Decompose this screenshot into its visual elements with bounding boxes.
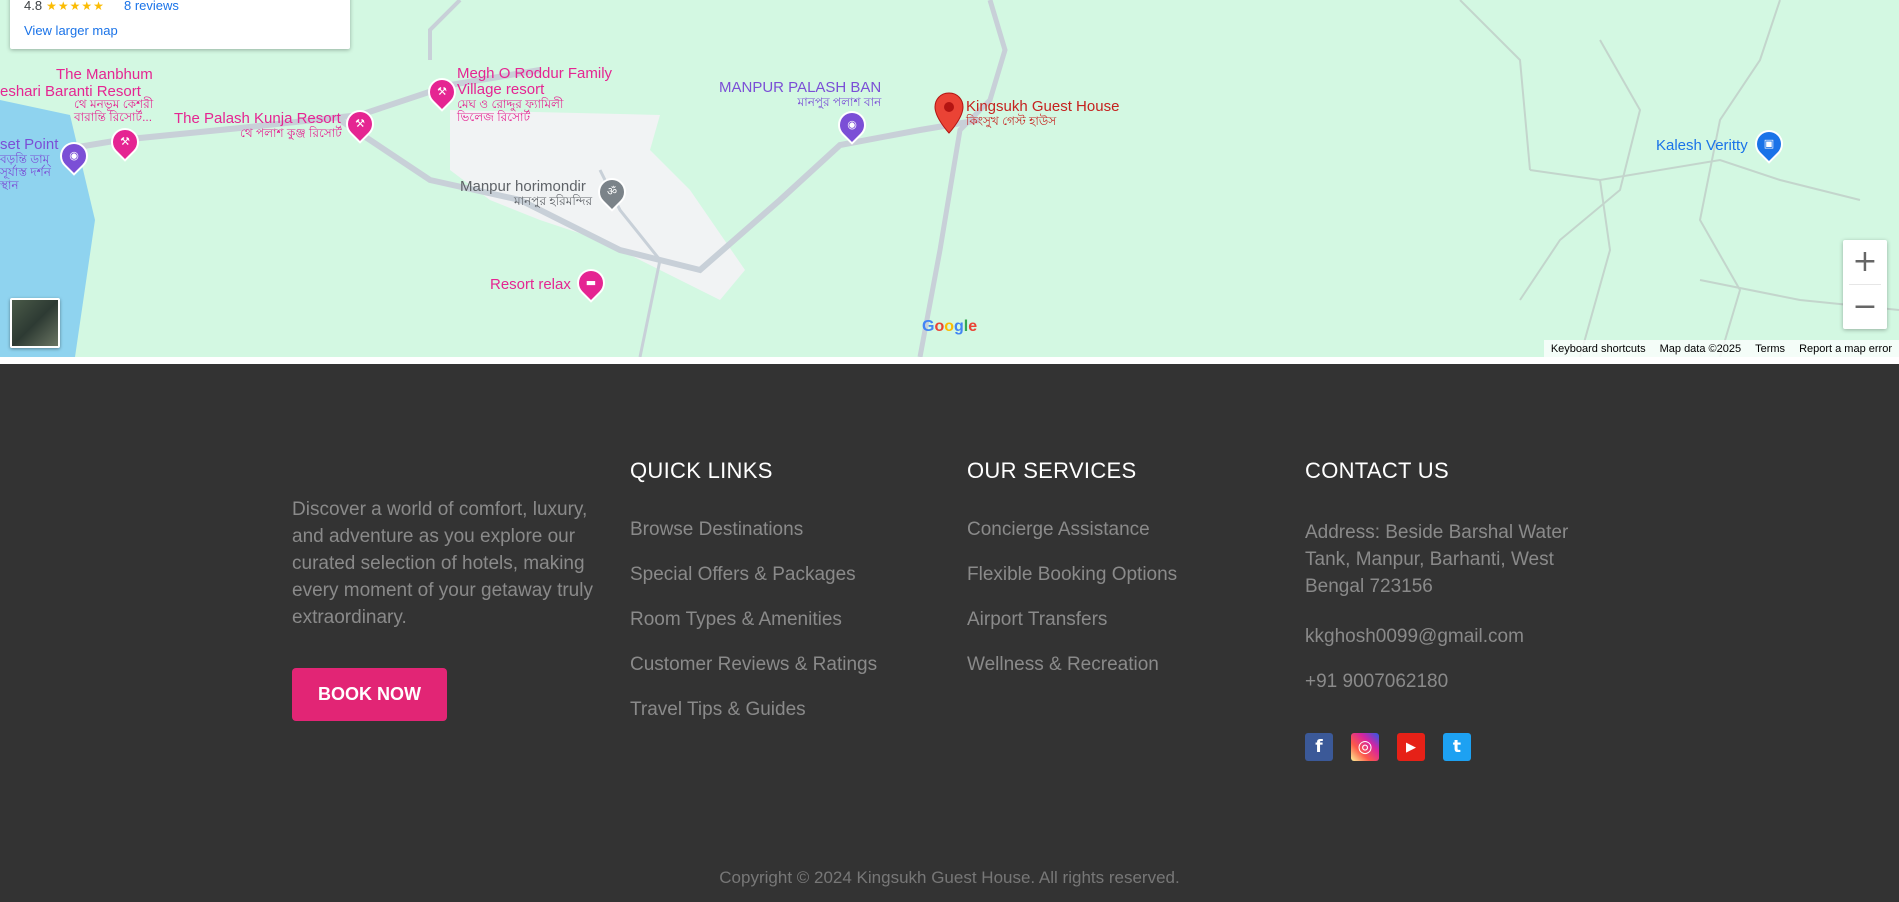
link-browse-destinations[interactable]: Browse Destinations — [630, 519, 803, 541]
link-travel-tips[interactable]: Travel Tips & Guides — [630, 699, 806, 721]
link-airport-transfers[interactable]: Airport Transfers — [967, 609, 1107, 631]
contact-phone[interactable]: +91 9007062180 — [1305, 668, 1448, 695]
zoom-out-button[interactable]: − — [1843, 285, 1887, 329]
keyboard-shortcuts-link[interactable]: Keyboard shortcuts — [1544, 343, 1653, 355]
poi-sunset-point[interactable]: set Point বড়ন্তি ডাম্ সূর্যাস্ত দর্শন স্… — [0, 137, 60, 192]
poi-manpur-palash-ban[interactable]: MANPUR PALASH BAN মানপুর পলাশ বান — [719, 80, 881, 109]
link-special-offers[interactable]: Special Offers & Packages — [630, 564, 856, 586]
google-logo: Google — [922, 318, 978, 335]
divider-strip — [0, 357, 1899, 364]
our-services-heading: OUR SERVICES — [967, 458, 1137, 483]
poi-palash-kunja[interactable]: The Palash Kunja Resort থে পলাশ কুঞ্জ রিস… — [174, 111, 342, 140]
map-marker-icon[interactable] — [934, 92, 964, 134]
map-attribution: Keyboard shortcuts Map data ©2025 Terms … — [1543, 340, 1899, 357]
reviews-link[interactable]: 8 reviews — [124, 0, 179, 13]
youtube-icon[interactable]: ▶ — [1397, 733, 1425, 761]
poi-resort-relax[interactable]: Resort relax — [490, 277, 571, 293]
quick-links-heading: QUICK LINKS — [630, 458, 773, 483]
site-footer: Discover a world of comfort, luxury, and… — [0, 364, 1899, 902]
zoom-controls: + − — [1843, 240, 1887, 329]
poi-megh-o-roddur[interactable]: Megh O Roddur Family Village resort মেঘ ও… — [457, 66, 617, 124]
contact-us-heading: CONTACT US — [1305, 458, 1449, 483]
copyright-text: Copyright © 2024 Kingsukh Guest House. A… — [719, 868, 1180, 887]
rating-stars: ★★★★★ — [46, 0, 105, 13]
place-info-card: 4.8 ★★★★★ 8 reviews View larger map — [10, 0, 350, 49]
poi-keshari-sub: থে মনভূম কেশরী বারান্তি রিসোর্ট... — [74, 97, 154, 124]
map-roads — [0, 0, 1899, 357]
zoom-in-button[interactable]: + — [1843, 240, 1887, 284]
book-now-button[interactable]: BOOK NOW — [292, 668, 447, 721]
link-flexible-booking[interactable]: Flexible Booking Options — [967, 564, 1177, 586]
twitter-icon[interactable]: t — [1443, 733, 1471, 761]
contact-email[interactable]: kkghosh0099@gmail.com — [1305, 623, 1524, 650]
contact-address: Address: Beside Barshal Water Tank, Manp… — [1305, 522, 1569, 597]
map-data-text: Map data ©2025 — [1659, 342, 1742, 355]
view-larger-map-link[interactable]: View larger map — [24, 23, 118, 38]
link-customer-reviews[interactable]: Customer Reviews & Ratings — [630, 654, 877, 676]
instagram-icon[interactable]: ◎ — [1351, 733, 1379, 761]
facebook-icon[interactable]: f — [1305, 733, 1333, 761]
embedded-map[interactable]: 4.8 ★★★★★ 8 reviews View larger map The M… — [0, 0, 1899, 357]
link-concierge[interactable]: Concierge Assistance — [967, 519, 1150, 541]
terms-link[interactable]: Terms — [1748, 343, 1792, 355]
rating-value: 4.8 ★★★★★ — [24, 0, 105, 13]
poi-kingsukh-guest-house[interactable]: Kingsukh Guest House কিংসুখ গেস্ট হাউস — [966, 99, 1119, 128]
poi-manpur-horimondir[interactable]: Manpur horimondir মানপুর হরিমন্দির — [460, 179, 592, 208]
poi-manbhum[interactable]: The Manbhum — [56, 67, 153, 83]
poi-kalesh-veritty[interactable]: Kalesh Veritty — [1656, 138, 1748, 154]
satellite-toggle[interactable] — [10, 298, 60, 348]
link-room-types[interactable]: Room Types & Amenities — [630, 609, 842, 631]
report-map-error-link[interactable]: Report a map error — [1792, 343, 1899, 355]
link-wellness[interactable]: Wellness & Recreation — [967, 654, 1159, 676]
footer-about-text: Discover a world of comfort, luxury, and… — [292, 499, 593, 628]
